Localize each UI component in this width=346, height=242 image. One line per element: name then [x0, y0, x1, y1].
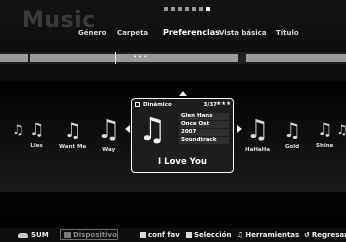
carousel-item-label: Lies [30, 143, 43, 149]
scroll-bar[interactable]: ••• [0, 52, 346, 64]
page-dot [164, 7, 168, 11]
page-dot [171, 7, 175, 11]
carousel-item[interactable]: ♫ Gold [283, 120, 301, 150]
device-icon [64, 232, 71, 238]
tab-carpeta[interactable]: Carpeta [117, 29, 148, 37]
carousel-item-label: HaHaHa [245, 147, 270, 153]
tab-titulo[interactable]: Título [276, 29, 299, 37]
carousel-item[interactable]: ♫ HaHaHa [245, 117, 270, 153]
page-dot-active [206, 7, 210, 11]
music-note-icon: ♫ [317, 120, 333, 140]
music-note-icon: ♫ [336, 123, 346, 138]
carousel-item-partial[interactable]: ♫ [336, 124, 346, 137]
red-key-icon [140, 232, 146, 238]
return-button[interactable]: ↺ Regresar [304, 231, 346, 239]
tab-preferencias[interactable]: Preferencias [163, 28, 220, 37]
tools-button[interactable]: ♫ Herramientas [237, 231, 299, 239]
metadata-genre: Soundtrack [179, 137, 229, 144]
metadata-artist: Glen Hans [179, 113, 229, 120]
card-header: Dinámico 3/37 ★★★ [135, 101, 231, 110]
music-note-icon: ♫ [245, 115, 270, 145]
music-note-icon: ♫ [283, 118, 301, 142]
rating-stars-icon: ★★★ [216, 101, 231, 107]
select-checkbox[interactable] [135, 102, 140, 107]
carousel-item-label: Way [102, 147, 116, 153]
track-counter: 3/37 [203, 102, 218, 108]
page-dot [199, 7, 203, 11]
sum-label: SUM [31, 231, 49, 239]
yellow-key-icon [186, 232, 192, 238]
footer-bar: SUM Dispositivo conf fav Selección ♫ Her… [0, 228, 346, 242]
track-metadata: Glen Hans Once Ost 2007 Soundtrack [179, 113, 229, 145]
up-arrow-icon[interactable] [179, 91, 187, 96]
carousel-item-label: Gold [284, 144, 300, 150]
return-label: Regresar [311, 231, 346, 239]
left-arrow-icon[interactable] [125, 125, 130, 133]
music-note-icon: ♫ [12, 123, 24, 138]
scroll-position-marker [115, 52, 116, 64]
scroll-bar-left-segment [0, 54, 28, 62]
tools-label: Herramientas [245, 231, 300, 239]
scroll-bar-dots: ••• [133, 53, 149, 61]
carousel-item[interactable]: ♫ Shine [316, 120, 334, 150]
carousel-item[interactable]: ♫ Lies [29, 120, 45, 150]
carousel-item[interactable]: ♫ Way [97, 117, 120, 153]
page-dot [192, 7, 196, 11]
selected-track-card[interactable]: Dinámico 3/37 ★★★ ♫ Glen Hans Once Ost 2… [131, 98, 234, 173]
view-tabs: Género Carpeta Preferencias Vista básica… [0, 28, 346, 45]
music-screen: Music Género Carpeta Preferencias Vista … [0, 0, 346, 242]
device-button[interactable]: Dispositivo [64, 231, 117, 239]
conf-fav-label: conf fav [148, 231, 180, 239]
mode-label: Dinámico [143, 102, 172, 108]
page-dot [178, 7, 182, 11]
scroll-bar-right-segment [246, 54, 346, 62]
tab-genero[interactable]: Género [78, 29, 107, 37]
metadata-year: 2007 [179, 129, 229, 136]
tools-icon: ♫ [237, 231, 244, 239]
music-note-icon: ♫ [97, 115, 121, 145]
page-indicator [164, 7, 210, 11]
music-note-icon: ♫ [29, 120, 45, 140]
carousel-item-label: Want Me [59, 144, 87, 150]
carousel-item-partial[interactable]: ♫ [12, 124, 24, 137]
metadata-album: Once Ost [179, 121, 229, 128]
selection-label: Selección [194, 231, 232, 239]
tab-vista-basica[interactable]: Vista básica [219, 29, 267, 37]
page-dot [185, 7, 189, 11]
conf-fav-button[interactable]: conf fav [140, 231, 180, 239]
sum-icon [18, 232, 28, 238]
sum-button[interactable]: SUM [18, 231, 49, 239]
return-icon: ↺ [304, 231, 310, 239]
carousel-item[interactable]: ♫ Want Me [59, 120, 86, 150]
right-arrow-icon[interactable] [237, 125, 242, 133]
carousel-item-label: Shine [316, 143, 334, 149]
device-label: Dispositivo [73, 231, 117, 239]
music-note-icon: ♫ [138, 110, 167, 148]
selection-button[interactable]: Selección [186, 231, 231, 239]
music-note-icon: ♫ [63, 118, 82, 142]
track-title: I Love You [158, 157, 207, 167]
